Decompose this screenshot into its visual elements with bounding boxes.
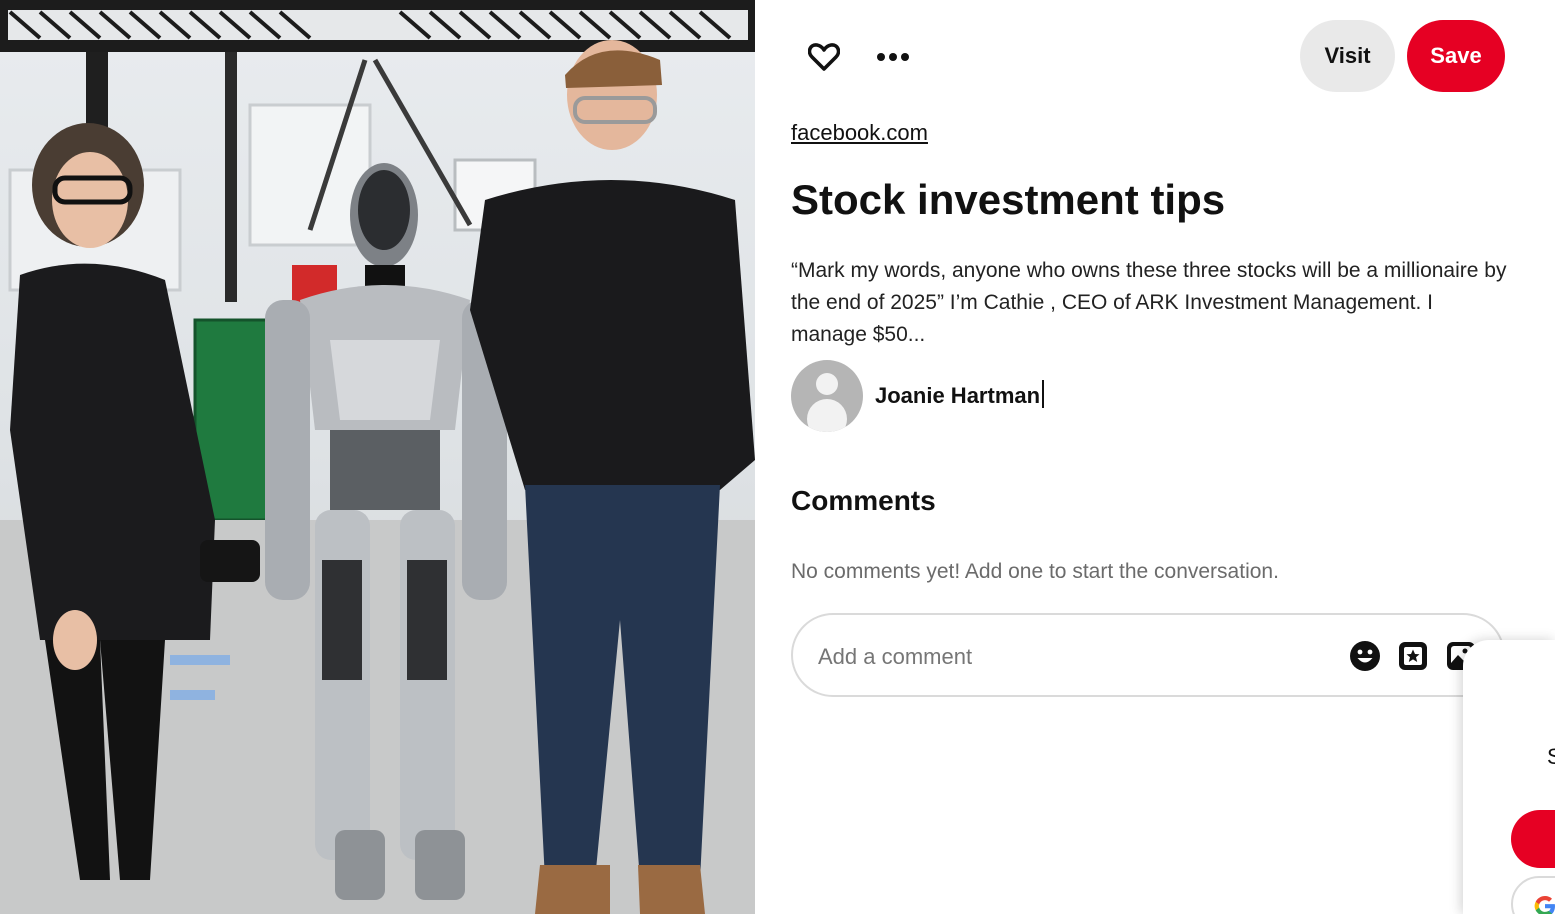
- visit-button[interactable]: Visit: [1300, 20, 1395, 92]
- creator-name[interactable]: Joanie Hartman: [875, 383, 1040, 409]
- google-signin-button[interactable]: [1511, 876, 1555, 914]
- popup-text: S: [1547, 744, 1555, 769]
- heart-icon[interactable]: [800, 33, 848, 81]
- emoji-icon[interactable]: [1348, 639, 1382, 673]
- pin-photo: [0, 0, 755, 914]
- signup-popup[interactable]: S: [1463, 640, 1555, 914]
- creator-profile[interactable]: Joanie Hartman: [791, 360, 1045, 432]
- sticker-icon[interactable]: [1396, 639, 1430, 673]
- comment-input[interactable]: [818, 637, 1318, 677]
- no-comments-message: No comments yet! Add one to start the co…: [791, 560, 1279, 583]
- pin-title: Stock investment tips: [791, 176, 1226, 223]
- source-link[interactable]: facebook.com: [791, 120, 928, 146]
- comments-heading: Comments: [791, 485, 936, 516]
- pin-detail-page: Visit Save facebook.com Stock investment…: [0, 0, 1555, 914]
- pin-description: “Mark my words, anyone who owns these th…: [791, 259, 1507, 346]
- pin-detail-panel: Visit Save facebook.com Stock investment…: [755, 0, 1555, 914]
- avatar[interactable]: [791, 360, 863, 432]
- google-icon: [1534, 896, 1555, 914]
- text-cursor: [1042, 380, 1045, 408]
- more-options-icon[interactable]: [869, 33, 917, 81]
- popup-primary-button[interactable]: [1511, 810, 1555, 868]
- save-button[interactable]: Save: [1407, 20, 1505, 92]
- comment-box[interactable]: [791, 613, 1505, 697]
- pin-image[interactable]: [0, 0, 755, 914]
